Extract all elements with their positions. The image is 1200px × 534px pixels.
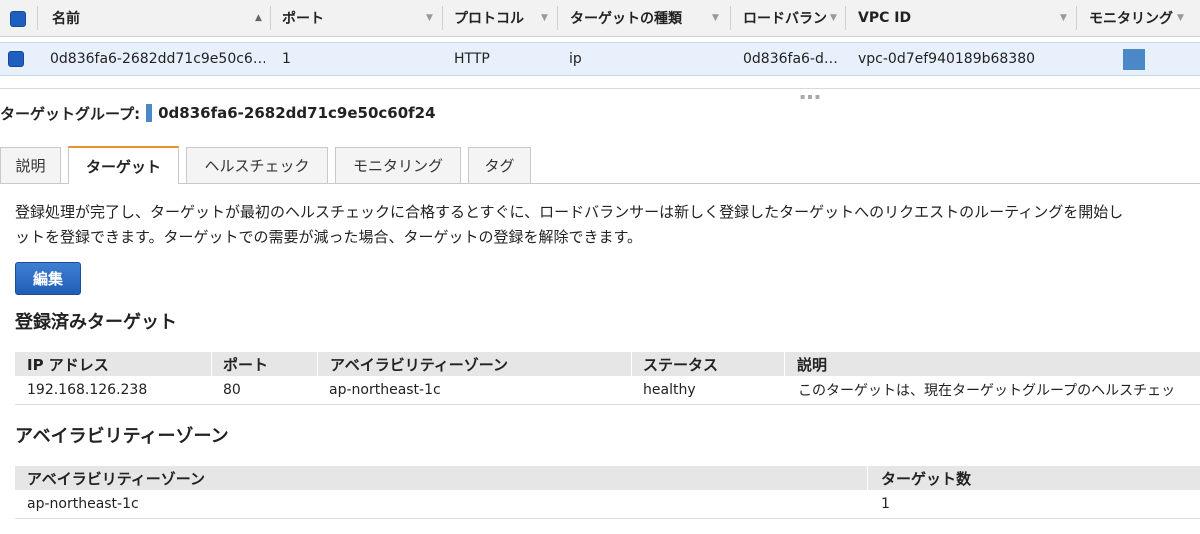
column-header-vpc-id[interactable]: VPC ID bbox=[858, 0, 1058, 36]
column-header-az: アベイラビリティーゾーン bbox=[330, 355, 509, 374]
table-row: 192.168.126.238 80 ap-northeast-1c healt… bbox=[15, 376, 1200, 405]
registered-targets-header: IP アドレス ポート アベイラビリティーゾーン ステータス 説明 bbox=[15, 352, 1200, 376]
column-header-monitoring[interactable]: モニタリング bbox=[1089, 0, 1175, 36]
splitter-handle-icon[interactable]: ▪▪▪ bbox=[800, 92, 822, 101]
column-header-name[interactable]: 名前 bbox=[52, 0, 252, 36]
target-ip: 192.168.126.238 bbox=[27, 382, 148, 398]
chevron-down-icon[interactable]: ▼ bbox=[426, 13, 433, 23]
row-target-type: ip bbox=[569, 51, 582, 67]
description-line-2: ットを登録できます。ターゲットでの需要が減った場合、ターゲットの登録を解除できま… bbox=[15, 228, 643, 246]
sort-asc-icon[interactable]: ▲ bbox=[255, 13, 262, 23]
row-vpc-id: vpc-0d7ef940189b68380 bbox=[858, 51, 1036, 67]
tab-description[interactable]: 説明 bbox=[0, 147, 61, 183]
select-all-checkbox[interactable] bbox=[10, 11, 26, 27]
column-header-load-balancer[interactable]: ロードバラン bbox=[743, 0, 829, 36]
description-line-1: 登録処理が完了し、ターゲットが最初のヘルスチェックに合格するとすぐに、ロードバラ… bbox=[15, 203, 1124, 221]
column-header-target-type[interactable]: ターゲットの種類 bbox=[570, 0, 710, 36]
column-header-port[interactable]: ポート bbox=[282, 0, 422, 36]
column-header-description: 説明 bbox=[797, 355, 828, 374]
pane-splitter[interactable] bbox=[0, 88, 1200, 89]
az-target-count: 1 bbox=[881, 496, 890, 512]
monitoring-chart-icon[interactable] bbox=[1123, 49, 1145, 70]
availability-zones-title: アベイラビリティーゾーン bbox=[15, 426, 229, 447]
row-name: 0d836fa6-2682dd71c9e50c6… bbox=[50, 51, 265, 67]
target-port: 80 bbox=[223, 382, 241, 398]
target-group-heading: ターゲットグループ: 0d836fa6-2682dd71c9e50c60f24 bbox=[0, 103, 436, 123]
tab-tags[interactable]: タグ bbox=[468, 147, 531, 183]
chevron-down-icon[interactable]: ▼ bbox=[712, 13, 719, 23]
column-header-status: ステータス bbox=[643, 355, 719, 374]
table-row: ap-northeast-1c 1 bbox=[15, 490, 1200, 519]
target-az: ap-northeast-1c bbox=[329, 382, 441, 398]
row-port: 1 bbox=[282, 51, 291, 67]
tab-targets[interactable]: ターゲット bbox=[68, 146, 179, 184]
row-load-balancer: 0d836fa6-d… bbox=[743, 51, 838, 67]
target-group-name: 0d836fa6-2682dd71c9e50c60f24 bbox=[158, 104, 436, 122]
target-description: このターゲットは、現在ターゲットグループのヘルスチェッ bbox=[798, 383, 1176, 399]
row-checkbox[interactable] bbox=[8, 51, 24, 67]
targets-description: 登録処理が完了し、ターゲットが最初のヘルスチェックに合格するとすぐに、ロードバラ… bbox=[15, 200, 1200, 250]
edit-button[interactable]: 編集 bbox=[15, 262, 81, 295]
column-header-port: ポート bbox=[223, 355, 269, 374]
az-table-header: アベイラビリティーゾーン ターゲット数 bbox=[15, 466, 1200, 490]
column-header-ip: IP アドレス bbox=[27, 355, 109, 374]
column-header-protocol[interactable]: プロトコル bbox=[454, 0, 539, 36]
chevron-down-icon[interactable]: ▼ bbox=[830, 13, 837, 23]
column-header-az: アベイラビリティーゾーン bbox=[27, 469, 206, 488]
target-group-marker-icon bbox=[146, 104, 153, 122]
tab-monitoring[interactable]: モニタリング bbox=[335, 147, 461, 183]
az-name: ap-northeast-1c bbox=[27, 496, 139, 512]
chevron-down-icon[interactable]: ▼ bbox=[1060, 13, 1067, 23]
table-row[interactable]: 0d836fa6-2682dd71c9e50c6… 1 HTTP ip 0d83… bbox=[0, 42, 1200, 76]
chevron-down-icon[interactable]: ▼ bbox=[1177, 13, 1184, 23]
registered-targets-title: 登録済みターゲット bbox=[15, 312, 177, 333]
tabs-divider bbox=[0, 183, 1200, 184]
target-status: healthy bbox=[643, 382, 696, 398]
chevron-down-icon[interactable]: ▼ bbox=[541, 13, 548, 23]
tab-health-check[interactable]: ヘルスチェック bbox=[186, 147, 328, 183]
row-protocol: HTTP bbox=[454, 51, 490, 67]
target-group-label: ターゲットグループ: bbox=[0, 104, 141, 123]
grid-header: 名前 ▲ ポート ▼ プロトコル ▼ ターゲットの種類 ▼ ロードバラン ▼ V… bbox=[0, 0, 1200, 37]
column-header-target-count: ターゲット数 bbox=[881, 469, 972, 488]
